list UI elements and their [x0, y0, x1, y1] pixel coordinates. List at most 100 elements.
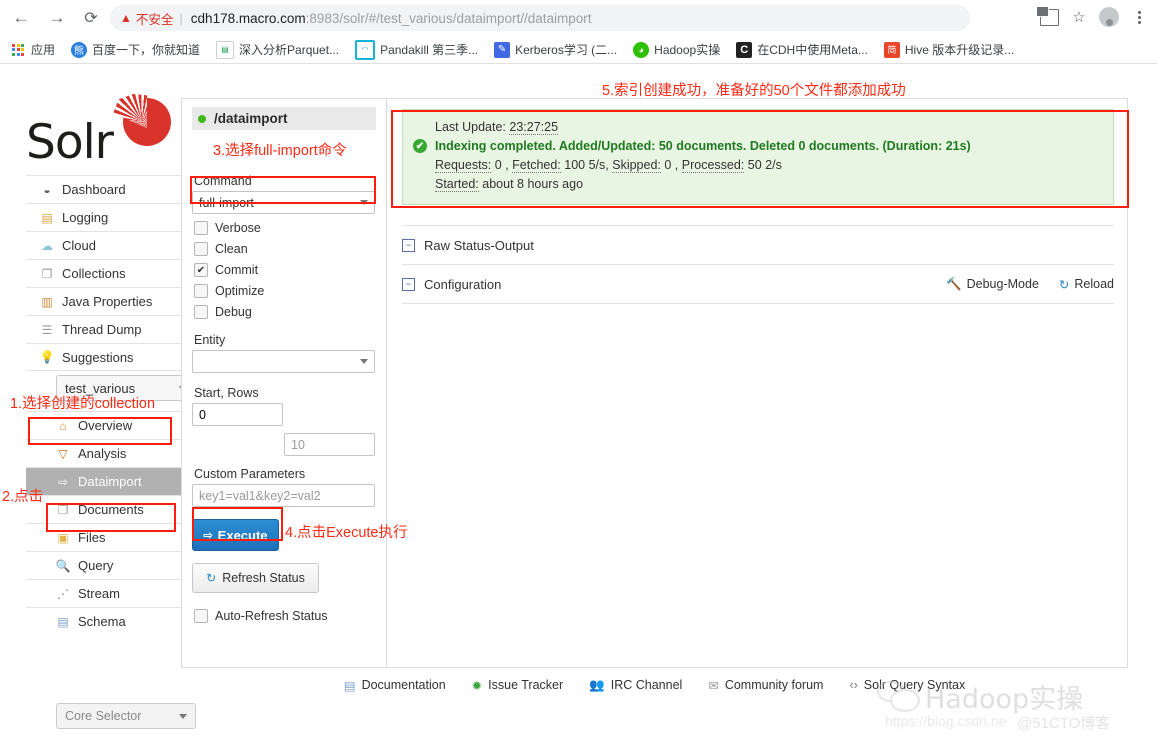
footer-link-issue-tracker[interactable]: ✹ Issue Tracker — [472, 678, 564, 693]
collapse-minus-icon[interactable]: − — [402, 277, 415, 291]
apps-grid-icon — [10, 42, 26, 58]
home-icon: ⌂ — [59, 418, 67, 433]
accordion-configuration[interactable]: − Configuration 🔨 Debug-Mode ↻ Reload — [402, 265, 1114, 304]
auto-refresh-row[interactable]: Auto-Refresh Status — [194, 609, 376, 623]
sidebar-item-stream[interactable]: ⋰ Stream — [26, 579, 181, 607]
magnifier-icon: 🔍 — [55, 558, 71, 573]
refresh-status-button[interactable]: ↻ Refresh Status — [192, 563, 319, 593]
verbose-checkbox-row[interactable]: Verbose — [194, 221, 376, 235]
bookmark-cdh-meta[interactable]: C 在CDH中使用Meta... — [736, 41, 868, 58]
solr-burst-icon — [123, 98, 171, 146]
start-input[interactable]: 0 — [192, 403, 283, 426]
sidebar-item-java-properties[interactable]: ▥ Java Properties — [26, 287, 181, 315]
sidebar-item-collections[interactable]: ❐ Collections — [26, 259, 181, 287]
url-text: cdh178.macro.com:8983/solr/#/test_variou… — [191, 11, 592, 26]
sidebar-item-label: Query — [78, 558, 114, 573]
bookmark-apps[interactable]: 应用 — [10, 41, 55, 58]
hammer-icon: 🔨 — [946, 276, 962, 291]
clean-checkbox-row[interactable]: Clean — [194, 242, 376, 256]
reload-icon[interactable]: ⟳ — [76, 3, 106, 33]
funnel-icon: ▽ — [58, 446, 68, 461]
solr-logo[interactable]: Solr — [26, 93, 176, 170]
sidebar-item-query[interactable]: 🔍 Query — [26, 551, 181, 579]
watermark-blog-url: https://blog.csdn.ne — [885, 713, 1007, 729]
sidebar-item-schema[interactable]: ▤ Schema — [26, 607, 181, 635]
verbose-checkbox[interactable] — [194, 221, 208, 235]
entity-select[interactable] — [192, 350, 375, 373]
dataimport-panel: /dataimport Command full-import Verbose … — [181, 98, 1128, 668]
url-path: :8983/solr/#/test_various/dataimport//da… — [305, 10, 592, 26]
translate-icon[interactable] — [1035, 3, 1063, 31]
sidebar-item-files[interactable]: ▣ Files — [26, 523, 181, 551]
footer-link-label: Issue Tracker — [488, 678, 564, 692]
command-label: Command — [194, 174, 252, 188]
reload-button[interactable]: ↻ Reload — [1059, 277, 1114, 292]
accordion-label: Raw Status-Output — [424, 237, 534, 253]
skipped-value: 0 — [664, 158, 672, 172]
sidebar-item-dataimport[interactable]: ⇨ Dataimport — [26, 467, 181, 495]
sidebar-item-dashboard[interactable]: ◒ Dashboard — [26, 175, 181, 203]
execute-button[interactable]: ⇨ Execute — [192, 519, 279, 551]
sidebar-item-thread-dump[interactable]: ☰ Thread Dump — [26, 315, 181, 343]
debug-mode-button[interactable]: 🔨 Debug-Mode — [946, 277, 1039, 292]
custom-parameters-input[interactable]: key1=val1&key2=val2 — [192, 484, 375, 507]
footer-link-irc-channel[interactable]: 👥 IRC Channel — [589, 678, 682, 693]
last-update-label: Last Update: — [435, 120, 506, 134]
bookmark-parquet[interactable]: ▤ 深入分析Parquet... — [216, 40, 339, 59]
footer-link-documentation[interactable]: ▤ Documentation — [344, 678, 446, 693]
command-select[interactable]: full-import — [192, 191, 375, 214]
optimize-checkbox[interactable] — [194, 284, 208, 298]
auto-refresh-checkbox[interactable] — [194, 609, 208, 623]
sidebar-item-documents[interactable]: ❐ Documents — [26, 495, 181, 523]
debug-checkbox[interactable] — [194, 305, 208, 319]
clean-checkbox[interactable] — [194, 242, 208, 256]
entity-label: Entity — [194, 333, 226, 347]
dashboard-icon: ◒ — [43, 182, 51, 197]
sidebar-item-suggestions[interactable]: 💡 Suggestions — [26, 343, 181, 371]
refresh-button-wrap: ↻ Refresh Status — [192, 563, 376, 593]
schema-book-icon: ▤ — [57, 614, 69, 629]
accordion-raw-status-output[interactable]: − Raw Status-Output — [402, 225, 1114, 265]
doc-icon: ▤ — [343, 678, 356, 693]
optimize-label: Optimize — [215, 284, 265, 298]
collapse-minus-icon[interactable]: − — [402, 238, 415, 252]
baidu-icon: 熊 — [71, 41, 88, 58]
watermark-site: @51CTO博客 — [1017, 715, 1111, 732]
core-selector[interactable]: Core Selector — [56, 703, 196, 729]
sidebar-item-analysis[interactable]: ▽ Analysis — [26, 439, 181, 467]
optimize-checkbox-row[interactable]: Optimize — [194, 284, 376, 298]
address-bar[interactable]: ▲ 不安全 | cdh178.macro.com:8983/solr/#/tes… — [110, 5, 970, 31]
sidebar-item-label: Analysis — [78, 446, 127, 461]
bookmark-hive[interactable]: 简 Hive 版本升级记录... — [883, 41, 1014, 58]
footer-link-community-forum[interactable]: ✉ Community forum — [708, 678, 823, 693]
refresh-circle-icon: ↻ — [206, 571, 217, 585]
sidebar-item-cloud[interactable]: ☁ Cloud — [26, 231, 181, 259]
bookmark-baidu[interactable]: 熊 百度一下，你就知道 — [71, 41, 200, 58]
reload-label: Reload — [1074, 277, 1114, 291]
verbose-label: Verbose — [215, 221, 261, 235]
bookmark-kerberos[interactable]: ✎ Kerberos学习 (二... — [494, 41, 617, 58]
rows-input[interactable]: 10 — [284, 433, 375, 456]
back-arrow-icon[interactable]: ← — [6, 3, 36, 33]
debug-checkbox-row[interactable]: Debug — [194, 305, 376, 319]
commit-checkbox-row[interactable]: ✔ Commit — [194, 263, 376, 277]
avatar[interactable] — [1095, 3, 1123, 31]
bookmark-hadoop[interactable]: ◕ Hadoop实操 — [633, 41, 720, 58]
sidebar-item-label: Schema — [78, 614, 126, 629]
url-host: cdh178.macro.com — [190, 10, 306, 26]
accordion-label: Configuration — [424, 276, 502, 292]
kebab-menu-icon[interactable] — [1125, 3, 1153, 31]
accordion-list: − Raw Status-Output − Configuration 🔨 De… — [402, 225, 1114, 304]
status-message-line: ✔ Indexing completed. Added/Updated: 50 … — [413, 137, 1103, 156]
bookmark-pandakill[interactable]: ◠ Pandakill 第三季... — [355, 39, 478, 60]
check-circle-icon: ✔ — [413, 139, 427, 153]
sidebar-item-logging[interactable]: ▤ Logging — [26, 203, 181, 231]
omnibox-separator: | — [179, 10, 183, 26]
handler-name-header: /dataimport — [192, 107, 376, 130]
bookmark-star-icon[interactable]: ☆ — [1065, 3, 1093, 31]
forward-arrow-icon[interactable]: → — [42, 3, 72, 33]
logging-icon: ▤ — [41, 210, 53, 225]
sidebar-item-overview[interactable]: ⌂ Overview — [26, 411, 181, 439]
commit-checkbox[interactable]: ✔ — [194, 263, 208, 277]
wechat-bubble-icon — [877, 681, 920, 712]
